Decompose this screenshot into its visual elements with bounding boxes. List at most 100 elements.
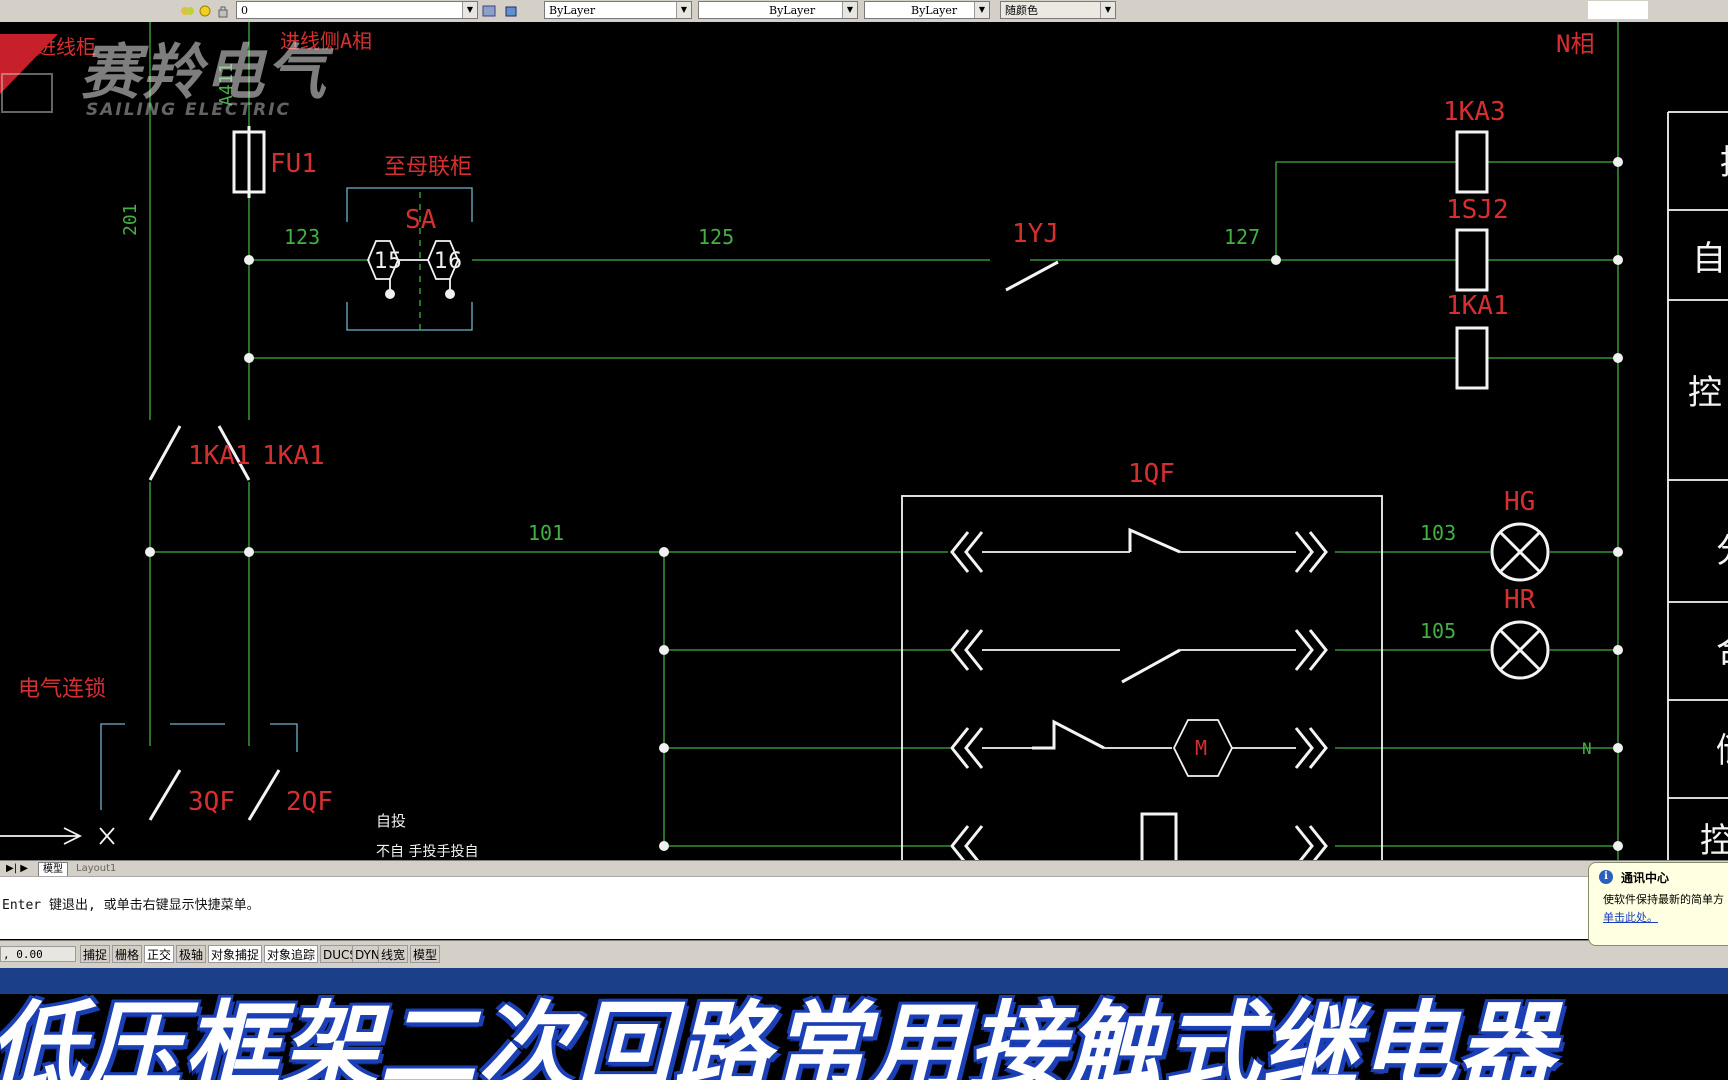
toolbar-blank [1588,1,1648,19]
layout-tabs-bar: ▶| ▶ 模型 Layout1 [0,860,1728,877]
chevron-down-icon[interactable]: ▼ [462,2,477,18]
coordinate-readout: , 0.00 [0,946,76,962]
right-cell-4: 分 [1716,531,1728,571]
label-1yj: 1YJ [1012,219,1059,249]
lineweight-dropdown[interactable]: ByLayer ▼ [864,1,990,19]
coil-1ka1 [1455,326,1489,390]
sa-dot-15 [385,289,395,299]
tab-model[interactable]: 模型 [38,862,68,877]
plug-left-row3 [950,727,984,769]
close-icon [99,827,115,845]
balloon-body: 使软件保持最新的简单方 [1603,893,1724,906]
label-fu1: FU1 [270,149,317,179]
label-1sj2: 1SJ2 [1446,195,1509,225]
layer-previous-icon[interactable] [504,3,518,17]
chevron-down-icon[interactable]: ▼ [1100,2,1115,18]
breaker-main-contact [1128,527,1181,554]
label-motor: M [1195,736,1207,760]
command-prompt-text: Enter 键退出, 或单击右键显示快捷菜单。 [2,898,260,913]
sun-icon[interactable] [198,3,212,17]
layer-dropdown[interactable]: 0 ▼ [236,1,478,19]
plug-left-row1 [950,531,984,573]
contact-1ka1-left [148,425,182,481]
plotstyle-dropdown[interactable]: 随颜色 ▼ [1000,1,1116,19]
plug-right-row3 [1294,727,1328,769]
wire-number-125: 125 [698,225,734,249]
sa-contact-15-label: 15 [374,249,402,274]
balloon-link[interactable]: 单击此处。 [1603,909,1658,925]
right-cell-5: 合 [1716,631,1728,671]
tab-layout1[interactable]: Layout1 [72,862,120,875]
aux-contact-row2 [1121,648,1181,684]
coil-1ka3 [1455,130,1489,194]
command-line[interactable]: Enter 键退出, 或单击右键显示快捷菜单。 [0,876,1728,939]
polar-toggle[interactable]: 极轴 [176,945,207,963]
logo-name-cn: 赛羚电气 [80,38,328,108]
lamp-hr-cross [1498,628,1542,672]
coil-1sj2 [1455,228,1489,292]
communication-center-balloon[interactable]: i 通讯中心 使软件保持最新的简单方 单击此处。 [1588,862,1728,946]
info-icon: i [1599,870,1613,884]
plug-right-row1 [1294,531,1328,573]
wire-number-123: 123 [284,225,320,249]
wire-number-127: 127 [1224,225,1260,249]
balloon-title: 通讯中心 [1621,871,1670,885]
logo-name-en: SAILING ELECTRIC [86,100,292,120]
label-1ka3: 1KA3 [1443,97,1506,127]
status-bar: , 0.00 捕捉 栅格 正交 极轴 对象捕捉 对象追踪 DUCS DYN 线宽… [0,940,1728,969]
model-toggle[interactable]: 模型 [410,945,441,963]
linetype-dropdown[interactable]: ByLayer ▼ [698,1,858,19]
lock-icon[interactable] [216,3,230,18]
color-dropdown[interactable]: ByLayer ▼ [544,1,692,19]
right-cell-1: 控 [1720,143,1728,183]
lineweight-value: ByLayer [911,4,958,17]
grid-toggle[interactable]: 栅格 [112,945,143,963]
note-auto: 自投 [376,812,406,830]
make-current-layer-icon[interactable] [482,3,496,17]
snap-toggle[interactable]: 捕捉 [80,945,111,963]
label-hg: HG [1504,487,1535,517]
linetype-value: ByLayer [769,4,816,17]
label-neutral: N相 [1556,30,1594,58]
video-subtitle: 低压框架二次回路常用接触式继电器 [0,975,1728,1080]
wire-number-201: 201 [120,203,141,236]
wire-number-103: 103 [1420,521,1456,545]
label-2qf: 2QF [286,787,333,817]
sa-contact-16-label: 16 [434,249,462,274]
right-cell-6: 储 [1716,731,1728,771]
plotstyle-value: 随颜色 [1005,4,1038,17]
label-1qf: 1QF [1128,459,1175,489]
label-n-marker: N [1582,739,1592,758]
plug-left-row4 [950,825,984,860]
plug-right-row2 [1294,629,1328,671]
ortho-toggle[interactable]: 正交 [144,945,175,963]
wire-number-101: 101 [528,521,564,545]
label-3qf: 3QF [188,787,235,817]
label-1ka1-left: 1KA1 [188,441,251,471]
label-1ka1-right: 1KA1 [262,441,325,471]
contact-2qf [247,769,281,821]
label-sa: SA [405,205,437,235]
closing-coil-row4 [1140,812,1178,860]
arrow-icon [0,827,83,845]
layer-properties-icon[interactable] [180,3,194,17]
chevron-down-icon[interactable]: ▼ [974,2,989,18]
chevron-down-icon[interactable]: ▼ [676,2,691,18]
tab-nav-arrows[interactable]: ▶| ▶ [2,862,32,875]
wire-number-105: 105 [1420,619,1456,643]
lineweight-toggle[interactable]: 线宽 [378,945,409,963]
lamp-hg-cross [1498,530,1542,574]
right-cell-3: 控 [1688,373,1722,413]
sailing-logo-icon [0,34,60,114]
note-manual: 不自 手投手投自 [376,844,478,860]
subtitle-text: 低压框架二次回路常用接触式继电器 [0,991,1556,1080]
plug-left-row2 [950,629,984,671]
osnap-toggle[interactable]: 对象捕捉 [208,945,263,963]
label-hr: HR [1504,585,1536,615]
label-interlock: 电气连锁 [18,677,106,702]
label-to-bus-tie: 至母联柜 [384,155,472,180]
chevron-down-icon[interactable]: ▼ [842,2,857,18]
drawing-canvas[interactable]: 进线柜 进线侧A相 N相 FU1 至母联柜 SA 1YJ 1KA3 1SJ2 1… [0,22,1728,860]
motor-limit-contact [1032,719,1105,750]
otrack-toggle[interactable]: 对象追踪 [264,945,319,963]
